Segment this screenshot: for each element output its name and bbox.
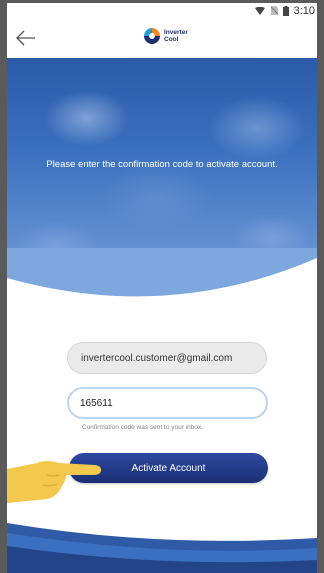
status-bar: 3:10 <box>7 3 317 18</box>
instruction-text: Please enter the confirmation code to ac… <box>46 159 278 170</box>
back-arrow-icon[interactable] <box>13 25 39 51</box>
bottom-wave-decoration <box>7 523 317 573</box>
no-sim-icon <box>270 6 278 15</box>
wifi-icon <box>254 6 265 15</box>
logo-line-1: Inverter <box>164 29 188 36</box>
top-app-bar: Inverter Cool <box>7 18 317 58</box>
app-screen: 3:10 Inverter Cool Please enter the conf… <box>7 3 317 573</box>
status-time: 3:10 <box>293 4 315 17</box>
hero-curve-divider <box>7 248 317 308</box>
brand-logo: Inverter Cool <box>143 27 188 45</box>
logo-line-2: Cool <box>164 36 179 43</box>
battery-icon <box>282 5 289 16</box>
code-sent-hint: Confirmation code was sent to your inbox… <box>82 424 204 431</box>
logo-text: Inverter Cool <box>164 29 188 43</box>
logo-mark-icon <box>144 28 160 44</box>
email-field[interactable]: invertercool.customer@gmail.com <box>67 342 267 374</box>
confirmation-code-input[interactable]: 165611 <box>67 387 268 419</box>
